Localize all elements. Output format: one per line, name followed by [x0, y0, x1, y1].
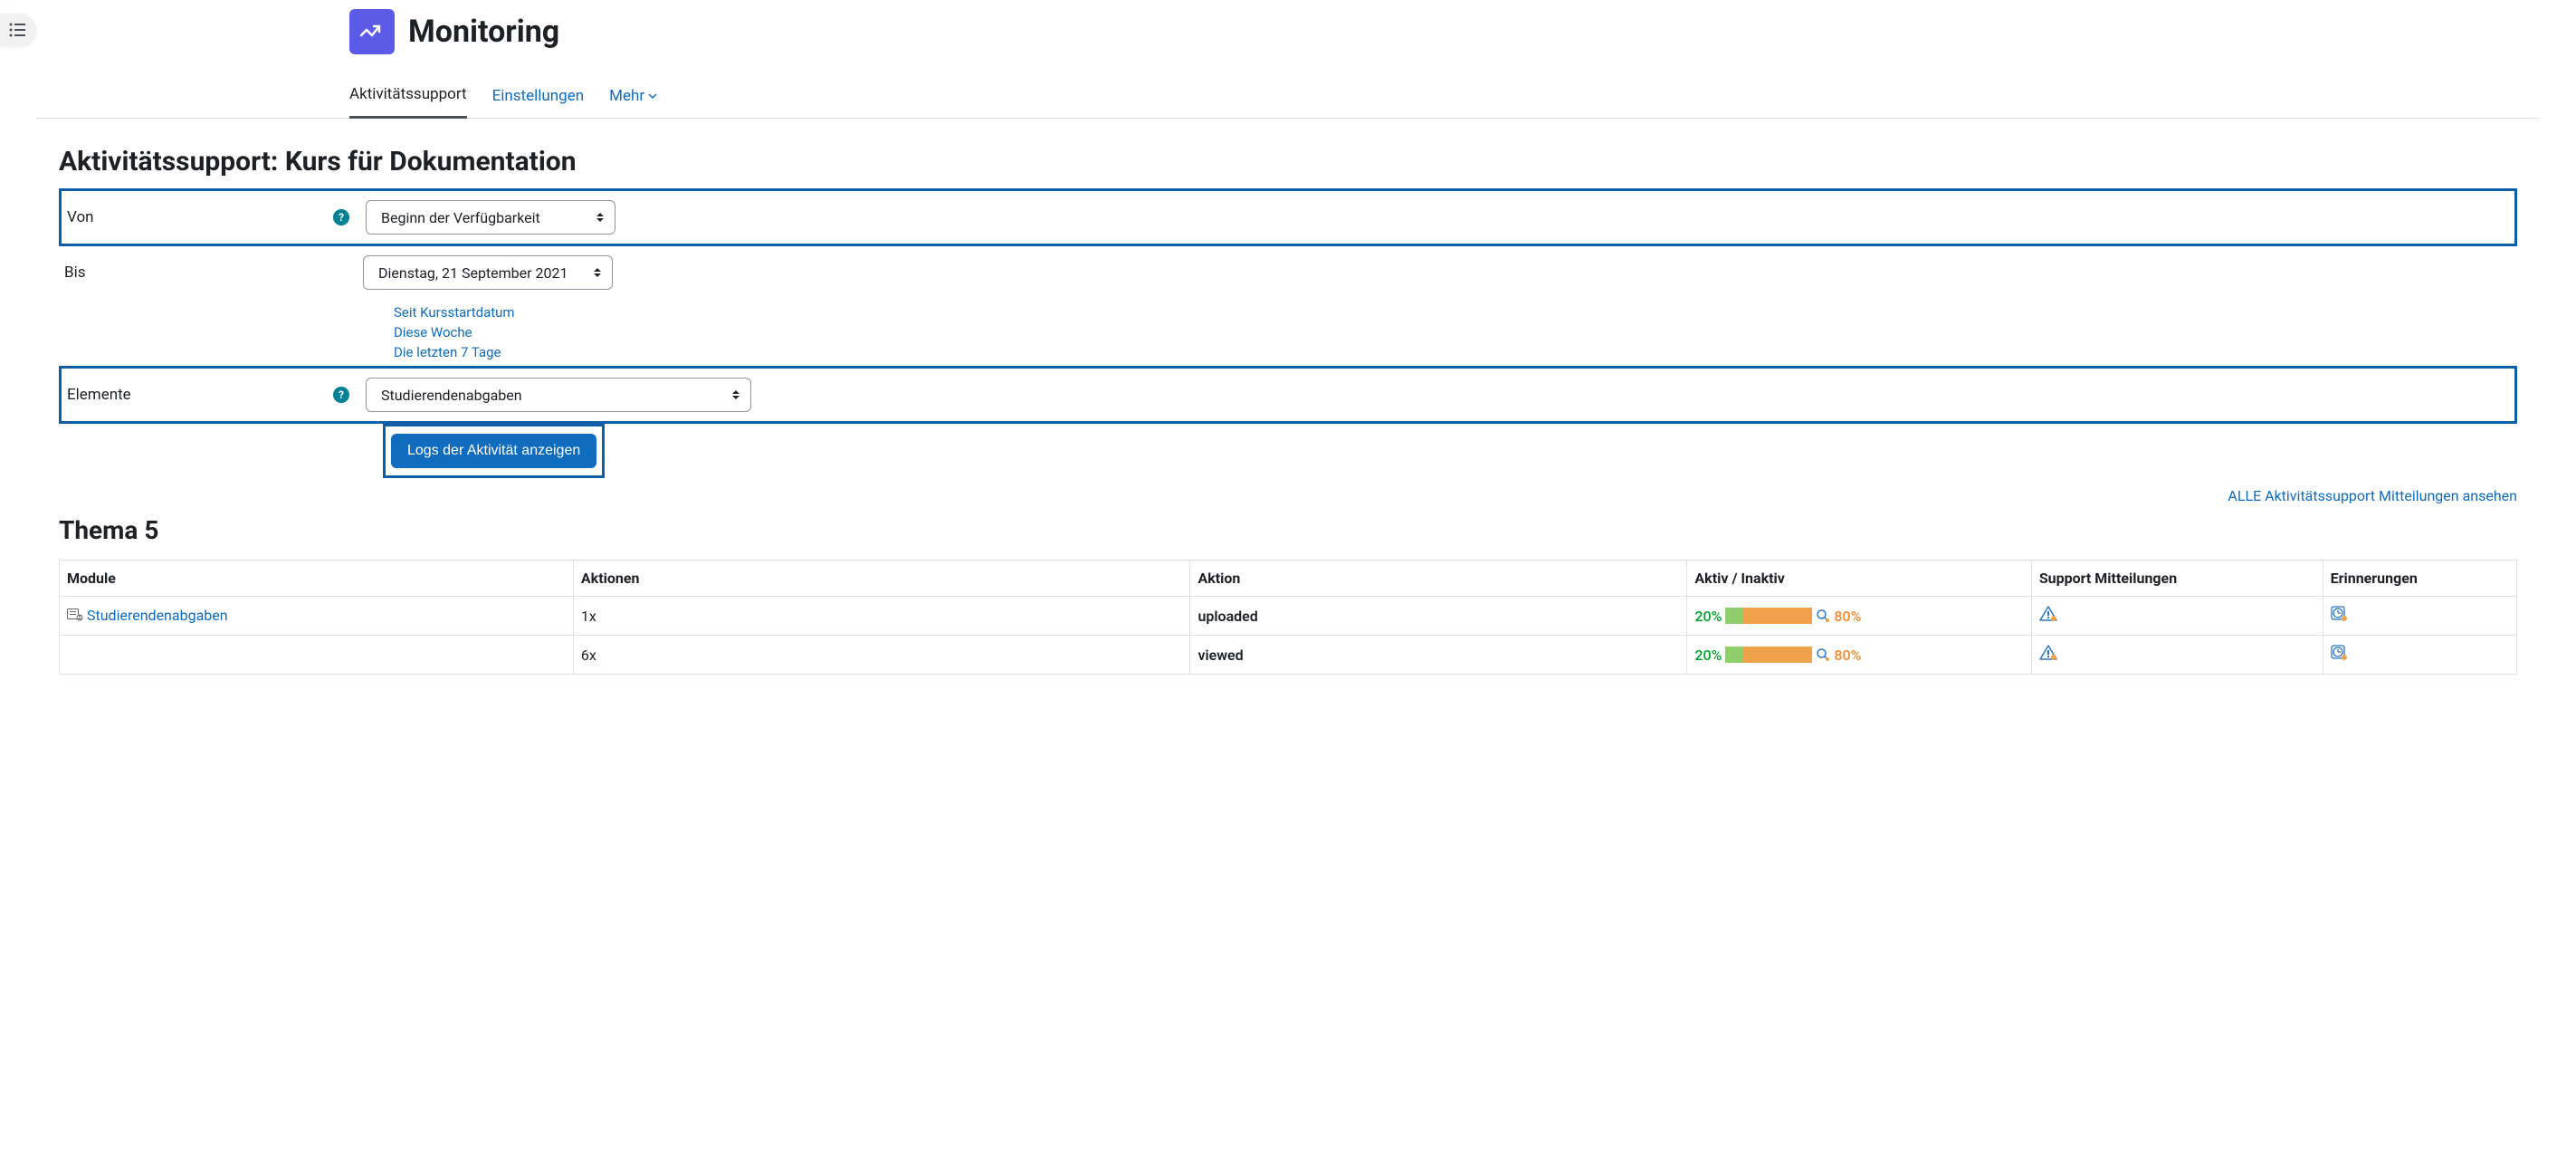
- activity-bar: [1725, 647, 1812, 663]
- select-caret-icon: [732, 390, 739, 399]
- section-title: Thema 5: [59, 515, 2517, 545]
- cell-aktiv-inaktiv: 20% 80%: [1687, 597, 2031, 636]
- magnify-icon[interactable]: [1816, 647, 1830, 662]
- tabs: Aktivitätssupport Einstellungen Mehr: [349, 76, 2540, 119]
- tab-einstellungen[interactable]: Einstellungen: [492, 76, 585, 119]
- monitoring-icon: [349, 9, 395, 54]
- all-notifications-link[interactable]: ALLE Aktivitätssupport Mitteilungen anse…: [2228, 487, 2517, 504]
- label-elemente: Elemente: [67, 386, 131, 404]
- quicklink-7-tage[interactable]: Die letzten 7 Tage: [394, 342, 2517, 362]
- clock-icon[interactable]: [2331, 645, 2349, 661]
- inactive-pct: 80%: [1834, 608, 1861, 625]
- cell-aktion: viewed: [1190, 636, 1687, 675]
- cell-module: [60, 636, 574, 675]
- chevron-down-icon: [648, 93, 657, 99]
- th-aktionen: Aktionen: [573, 561, 1190, 597]
- select-value: Studierendenabgaben: [381, 387, 522, 404]
- table-row: 6xviewed 20% 80%: [60, 636, 2517, 675]
- cell-erinnerungen: [2323, 636, 2516, 675]
- warning-icon[interactable]: [2039, 606, 2057, 622]
- tab-aktivitaetssupport[interactable]: Aktivitätssupport: [349, 76, 467, 119]
- th-support: Support Mitteilungen: [2031, 561, 2323, 597]
- active-pct: 20%: [1694, 647, 1722, 664]
- clock-icon[interactable]: [2331, 606, 2349, 622]
- table-row: Studierendenabgaben 1xuploaded 20% 80%: [60, 597, 2517, 636]
- th-erinnerungen: Erinnerungen: [2323, 561, 2516, 597]
- cell-support: [2031, 597, 2323, 636]
- tab-label: Aktivitätssupport: [349, 85, 467, 103]
- assignment-icon: [67, 607, 83, 625]
- label-bis: Bis: [64, 264, 86, 282]
- active-pct: 20%: [1694, 608, 1722, 625]
- select-value: Beginn der Verfügbarkeit: [381, 209, 540, 226]
- select-elemente[interactable]: Studierendenabgaben: [366, 378, 751, 412]
- select-value: Dienstag, 21 September 2021: [378, 264, 568, 282]
- inactive-pct: 80%: [1834, 647, 1861, 664]
- row-von: Von ? Beginn der Verfügbarkeit: [59, 188, 2517, 246]
- cell-support: [2031, 636, 2323, 675]
- tab-mehr[interactable]: Mehr: [609, 76, 657, 119]
- module-link[interactable]: Studierendenabgaben: [87, 607, 228, 624]
- submit-button[interactable]: Logs der Aktivität anzeigen: [391, 434, 596, 468]
- select-caret-icon: [596, 213, 604, 222]
- quicklink-diese-woche[interactable]: Diese Woche: [394, 322, 2517, 342]
- th-aktiv: Aktiv / Inaktiv: [1687, 561, 2031, 597]
- th-module: Module: [60, 561, 574, 597]
- form-heading: Aktivitätssupport: Kurs für Dokumentatio…: [59, 146, 2517, 177]
- th-aktion: Aktion: [1190, 561, 1687, 597]
- select-caret-icon: [594, 268, 601, 277]
- help-icon[interactable]: ?: [333, 209, 349, 225]
- magnify-icon[interactable]: [1816, 609, 1830, 623]
- row-elemente: Elemente ? Studierendenabgaben: [59, 366, 2517, 424]
- activity-table: Module Aktionen Aktion Aktiv / Inaktiv S…: [59, 560, 2517, 675]
- quicklink-kursstart[interactable]: Seit Kursstartdatum: [394, 302, 2517, 322]
- cell-aktionen: 1x: [573, 597, 1190, 636]
- tab-label: Mehr: [609, 87, 644, 105]
- cell-aktiv-inaktiv: 20% 80%: [1687, 636, 2031, 675]
- help-icon[interactable]: ?: [333, 387, 349, 403]
- drawer-toggle[interactable]: [0, 14, 36, 46]
- cell-aktionen: 6x: [573, 636, 1190, 675]
- row-bis: Bis Dienstag, 21 September 2021: [59, 246, 2517, 299]
- select-bis[interactable]: Dienstag, 21 September 2021: [363, 255, 613, 290]
- cell-module: Studierendenabgaben: [60, 597, 574, 636]
- warning-icon[interactable]: [2039, 645, 2057, 661]
- cell-aktion: uploaded: [1190, 597, 1687, 636]
- tab-label: Einstellungen: [492, 87, 585, 105]
- label-von: Von: [67, 208, 94, 226]
- select-von[interactable]: Beginn der Verfügbarkeit: [366, 200, 615, 235]
- cell-erinnerungen: [2323, 597, 2516, 636]
- quick-links: Seit Kursstartdatum Diese Woche Die letz…: [394, 299, 2517, 366]
- row-submit: Logs der Aktivität anzeigen: [383, 424, 605, 478]
- activity-bar: [1725, 608, 1812, 624]
- page-title: Monitoring: [408, 14, 559, 50]
